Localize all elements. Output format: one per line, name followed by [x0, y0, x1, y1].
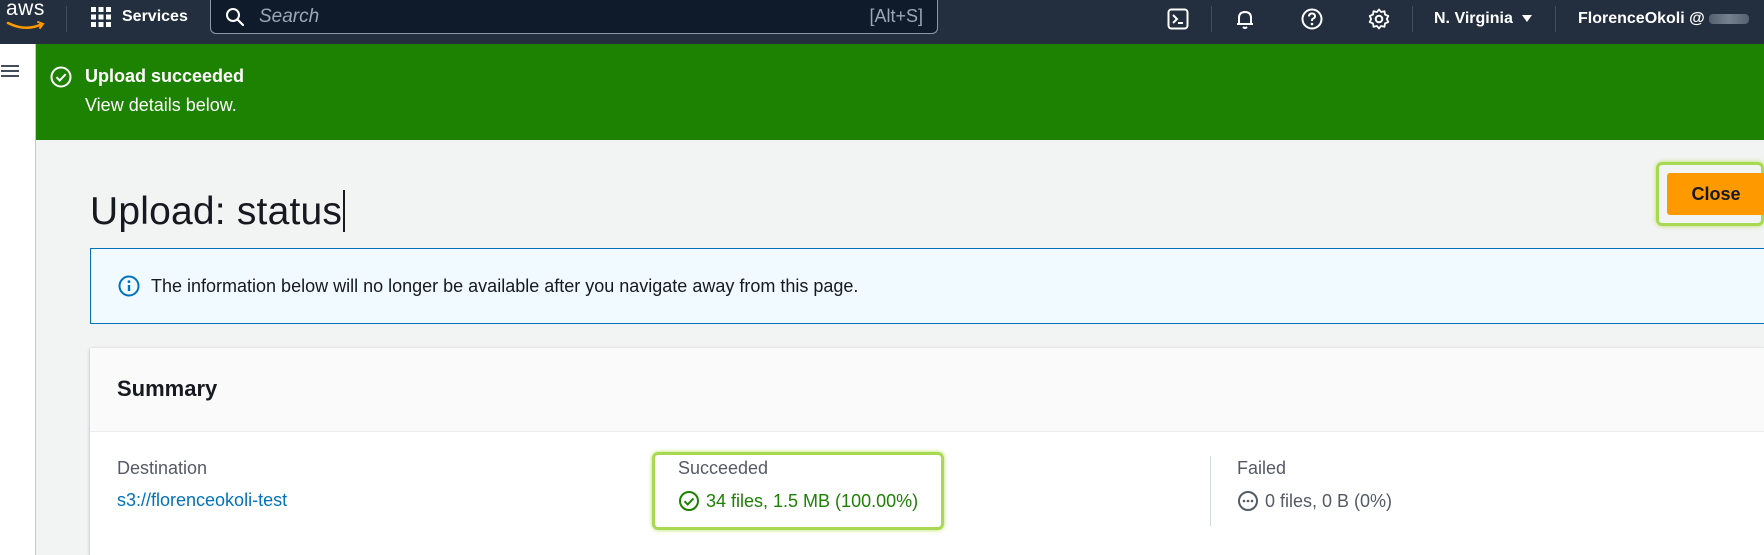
destination-label: Destination	[117, 458, 208, 478]
text-cursor	[343, 190, 346, 233]
success-flash-banner: Upload succeeded View details below.	[36, 44, 1764, 140]
grid-icon	[91, 7, 111, 27]
info-alert: The information below will no longer be …	[90, 248, 1764, 324]
flash-title: Upload succeeded	[85, 66, 245, 86]
services-label: Services	[122, 8, 188, 25]
failed-value-text: 0 files, 0 B (0%)	[1265, 490, 1393, 511]
close-button[interactable]: Close	[1667, 173, 1764, 215]
nav-divider	[1412, 6, 1413, 32]
page-title: Upload: status	[90, 190, 346, 234]
search-input[interactable]	[257, 4, 821, 30]
nav-divider	[1555, 6, 1556, 32]
account-menu[interactable]: FlorenceOkoli @	[1578, 6, 1749, 32]
redacted-account-id	[1708, 14, 1749, 24]
menu-toggle-button[interactable]	[0, 62, 22, 80]
aws-smile-icon	[6, 21, 45, 29]
summary-header: Summary	[90, 348, 1764, 432]
succeeded-value: 34 files, 1.5 MB (100.00%)	[678, 490, 918, 512]
succeeded-value-text: 34 files, 1.5 MB (100.00%)	[706, 490, 919, 511]
top-navigation: aws Services [Alt+S]	[0, 0, 1764, 44]
flash-message: View details below.	[85, 95, 237, 115]
info-icon	[118, 275, 140, 297]
summary-panel: Summary Destination s3://florenceokoli-t…	[90, 348, 1764, 555]
failed-label: Failed	[1237, 458, 1287, 478]
services-menu-button[interactable]: Services	[90, 0, 188, 34]
help-button[interactable]	[1299, 6, 1325, 32]
close-button-highlight: Close	[1656, 162, 1764, 226]
cloudshell-button[interactable]	[1165, 6, 1191, 32]
failed-value: 0 files, 0 B (0%)	[1237, 490, 1392, 512]
region-label: N. Virginia	[1434, 10, 1513, 27]
aws-logo[interactable]: aws	[0, 0, 56, 40]
side-navigation-rail	[0, 44, 36, 555]
nav-divider	[1211, 6, 1212, 32]
hamburger-icon	[1, 65, 19, 67]
account-label: FlorenceOkoli @	[1578, 10, 1705, 27]
succeeded-label: Succeeded	[678, 458, 769, 478]
help-icon	[1301, 8, 1323, 30]
region-selector[interactable]: N. Virginia	[1434, 6, 1533, 32]
nav-divider	[66, 6, 67, 32]
column-divider	[634, 456, 635, 526]
pending-ellipsis-icon	[1238, 491, 1258, 511]
search-bar[interactable]: [Alt+S]	[210, 0, 938, 34]
destination-value: s3://florenceokoli-test	[117, 490, 287, 511]
search-icon	[226, 8, 245, 27]
aws-logo-text: aws	[6, 0, 45, 20]
caret-down-icon	[1521, 15, 1532, 22]
settings-button[interactable]	[1366, 6, 1392, 32]
bell-icon	[1237, 10, 1253, 29]
column-divider	[1210, 456, 1211, 526]
summary-heading: Summary	[117, 376, 218, 401]
success-check-icon	[679, 491, 699, 511]
notifications-button[interactable]	[1232, 6, 1258, 32]
page-title-text: Upload: status	[90, 190, 343, 234]
search-shortcut-hint: [Alt+S]	[869, 6, 923, 26]
settings-icon	[1368, 8, 1390, 30]
destination-link[interactable]: s3://florenceokoli-test	[117, 490, 287, 511]
check-circle-icon	[50, 66, 72, 88]
cloudshell-icon	[1167, 8, 1189, 30]
info-alert-text: The information below will no longer be …	[151, 276, 859, 296]
